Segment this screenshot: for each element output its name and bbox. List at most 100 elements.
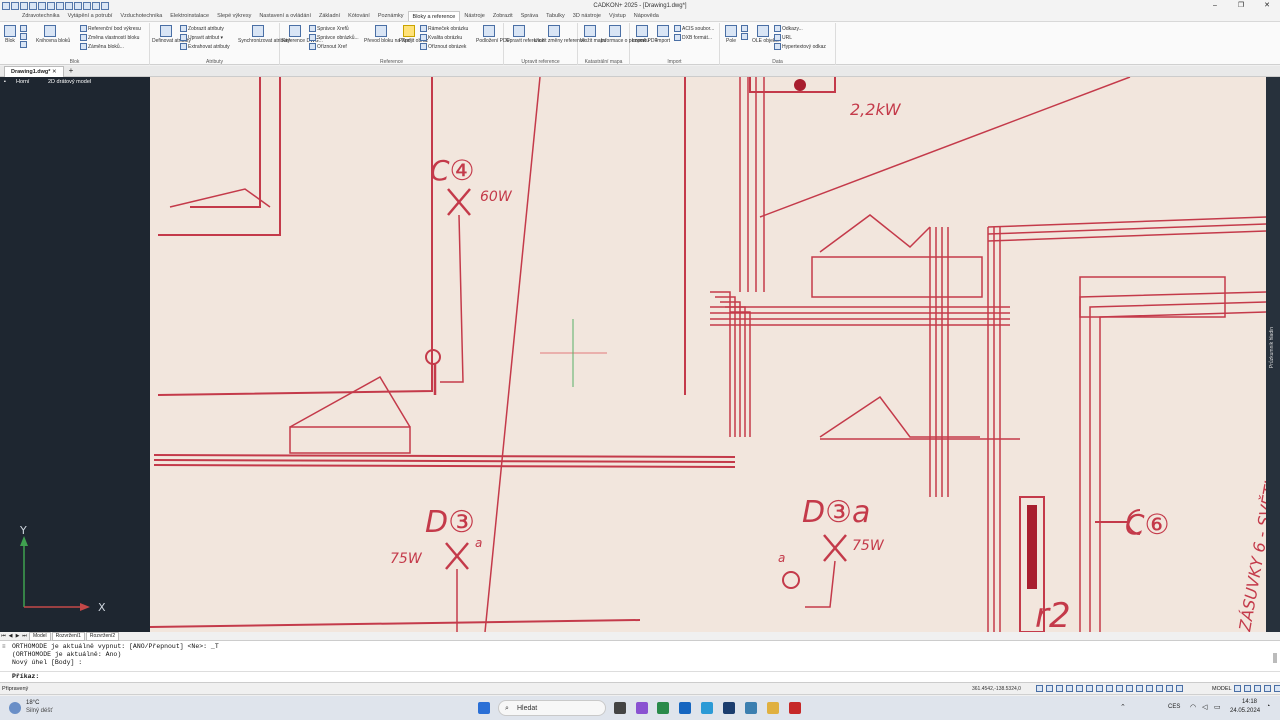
update-field-icon[interactable] bbox=[741, 25, 748, 33]
ortho-icon[interactable] bbox=[1056, 685, 1063, 692]
layout-tab-model[interactable]: Model bbox=[29, 631, 51, 641]
annotation-scale-icon[interactable] bbox=[1234, 685, 1241, 692]
app-icon[interactable] bbox=[2, 1, 10, 10]
visual-style[interactable]: 2D drátový model bbox=[48, 79, 91, 85]
tab-napoveda[interactable]: Nápověda bbox=[630, 11, 663, 21]
tab-zobrazit[interactable]: Zobrazit bbox=[489, 11, 517, 21]
insert-icon[interactable] bbox=[20, 25, 27, 33]
import-button[interactable]: Import bbox=[653, 25, 673, 44]
zmena-vlastnosti-button[interactable]: Změna vlastností bloku bbox=[80, 34, 141, 43]
fullscreen-icon[interactable] bbox=[1264, 685, 1271, 692]
command-panel-icon[interactable]: ≡ bbox=[2, 644, 6, 650]
tab-vytapeni[interactable]: Vytápění a potrubí bbox=[64, 11, 117, 21]
zamena-bloku-button[interactable]: Záměna bloků... bbox=[80, 43, 141, 52]
edge-icon[interactable] bbox=[701, 702, 713, 714]
definovat-atributy-button[interactable]: Definovat atributy bbox=[152, 25, 191, 44]
grid-icon[interactable] bbox=[1046, 685, 1053, 692]
extrahovat-atributy-button[interactable]: Extrahovat atributy bbox=[180, 43, 230, 52]
tab-vystup[interactable]: Výstup bbox=[605, 11, 630, 21]
am-icon[interactable] bbox=[1156, 685, 1163, 692]
import-pdf-button[interactable]: Import PDF bbox=[632, 25, 658, 44]
tab-nastaveni[interactable]: Nastavení a ovládání bbox=[255, 11, 315, 21]
command-input[interactable]: Příkaz: bbox=[0, 671, 1280, 682]
new-icon[interactable] bbox=[11, 1, 19, 10]
dxb-format-button[interactable]: DXB formát... bbox=[674, 34, 714, 43]
taskbar-search[interactable]: ⌕ Hledat bbox=[498, 700, 606, 716]
dyn-icon[interactable] bbox=[1106, 685, 1113, 692]
synchronizovat-atributy-button[interactable]: Synchronizovat atributy bbox=[238, 25, 290, 44]
tab-3d-nastroje[interactable]: 3D nástroje bbox=[569, 11, 605, 21]
lwt-icon[interactable] bbox=[1116, 685, 1123, 692]
table-icon[interactable] bbox=[741, 33, 748, 41]
match-icon[interactable] bbox=[92, 1, 100, 10]
tab-poznamky[interactable]: Poznámky bbox=[374, 11, 408, 21]
wifi-icon[interactable]: ◠ bbox=[1190, 703, 1196, 711]
tpy-icon[interactable] bbox=[1126, 685, 1133, 692]
snap-icon[interactable] bbox=[1036, 685, 1043, 692]
spravce-xrefu-button[interactable]: Správce Xrefů bbox=[309, 25, 359, 34]
ws-icon[interactable] bbox=[1176, 685, 1183, 692]
tab-zakladni[interactable]: Základní bbox=[315, 11, 344, 21]
drawing-viewport[interactable]: ▪ Horní 2D drátový model C④ 60W D③ 75W a… bbox=[0, 77, 1280, 632]
print-icon[interactable] bbox=[47, 1, 55, 10]
view-cube-icon[interactable]: ▪ bbox=[4, 79, 6, 85]
cadkon-icon[interactable] bbox=[745, 702, 757, 714]
clock-date[interactable]: 24.05.2024 bbox=[1230, 708, 1260, 714]
acis-soubor-button[interactable]: ACIS soubor... bbox=[674, 25, 714, 34]
explorer-icon[interactable] bbox=[767, 702, 779, 714]
referencni-bod-button[interactable]: Referenční bod výkresu bbox=[80, 25, 141, 34]
excel-icon[interactable] bbox=[657, 702, 669, 714]
knihovna-bloku-button[interactable]: Knihovna bloků bbox=[36, 25, 70, 44]
ole-objekt-button[interactable]: OLE objekt... bbox=[752, 25, 781, 44]
model-space-toggle[interactable]: MODEL bbox=[1212, 686, 1232, 692]
close-button[interactable]: ✕ bbox=[1254, 0, 1280, 11]
reference-dwg-button[interactable]: Reference DWG... bbox=[282, 25, 323, 44]
qat-dropdown-icon[interactable] bbox=[101, 1, 109, 10]
explode-icon[interactable] bbox=[20, 41, 27, 49]
command-scrollbar[interactable] bbox=[1273, 653, 1277, 663]
new-tab-button[interactable]: + bbox=[64, 66, 79, 76]
tab-kotovani[interactable]: Kótování bbox=[344, 11, 374, 21]
blok-button[interactable]: Blok bbox=[3, 25, 17, 44]
maximize-button[interactable]: ❐ bbox=[1228, 0, 1254, 11]
ramecek-obrazku-button[interactable]: Rámeček obrázku bbox=[420, 25, 468, 34]
publish-icon[interactable] bbox=[83, 1, 91, 10]
tab-nastroje[interactable]: Nástroje bbox=[460, 11, 488, 21]
workspace-icon[interactable] bbox=[1244, 685, 1251, 692]
tab-vzduchotechnika[interactable]: Vzduchotechnika bbox=[116, 11, 166, 21]
spravce-obrazku-button[interactable]: Správce obrázků... bbox=[309, 34, 359, 43]
qp-icon[interactable] bbox=[1136, 685, 1143, 692]
kvalita-obrazku-button[interactable]: Kvalita obrázku bbox=[420, 34, 468, 43]
informace-pozemek-button[interactable]: Informace o pozemku bbox=[601, 25, 649, 44]
podlozeni-pdf-button[interactable]: Podložení PDF bbox=[476, 25, 510, 44]
language-indicator[interactable]: CES bbox=[1168, 704, 1180, 710]
tab-elektroinstalace[interactable]: Elektroinstalace bbox=[166, 11, 213, 21]
notification-icon[interactable]: ◔ bbox=[1266, 703, 1270, 710]
ducs-icon[interactable] bbox=[1096, 685, 1103, 692]
open-icon[interactable] bbox=[20, 1, 28, 10]
zobrazit-atributy-button[interactable]: Zobrazit atributy bbox=[180, 25, 230, 34]
weather-desc[interactable]: Silný déšť bbox=[26, 708, 53, 714]
customize-icon[interactable] bbox=[1274, 685, 1280, 692]
weather-temp[interactable]: 18°C bbox=[26, 700, 39, 706]
plot-icon[interactable] bbox=[74, 1, 82, 10]
oriznout-xref-button[interactable]: Oříznout Xref bbox=[309, 43, 359, 52]
undo-icon[interactable] bbox=[56, 1, 64, 10]
layout-tab-rozvrzeni2[interactable]: Rozvržení2 bbox=[85, 631, 120, 641]
volume-icon[interactable]: ◁ bbox=[1202, 703, 1207, 711]
tab-bloky-a-reference[interactable]: Bloky a reference bbox=[407, 11, 461, 21]
battery-icon[interactable]: ▭ bbox=[1214, 703, 1221, 711]
acrobat-icon[interactable] bbox=[789, 702, 801, 714]
upravit-atribut-button[interactable]: Upravit atribut ▾ bbox=[180, 34, 230, 43]
doc-tab-drawing1[interactable]: Drawing1.dwg* ✕ bbox=[4, 65, 64, 77]
prevod-bloku-button[interactable]: Převod bloku na Xref bbox=[364, 25, 411, 44]
clock-time[interactable]: 14:18 bbox=[1242, 699, 1257, 705]
tab-tabulky[interactable]: Tabulky bbox=[542, 11, 569, 21]
next-layout-icon[interactable]: ▶ bbox=[14, 633, 21, 639]
osnap-icon[interactable] bbox=[1076, 685, 1083, 692]
odkazy-button[interactable]: Odkazy... bbox=[774, 25, 826, 34]
ulozit-zmeny-button[interactable]: Uložit změny reference bbox=[534, 25, 585, 44]
sc-icon[interactable] bbox=[1146, 685, 1153, 692]
lock-icon[interactable] bbox=[1254, 685, 1261, 692]
pole-button[interactable]: Pole bbox=[723, 25, 739, 44]
